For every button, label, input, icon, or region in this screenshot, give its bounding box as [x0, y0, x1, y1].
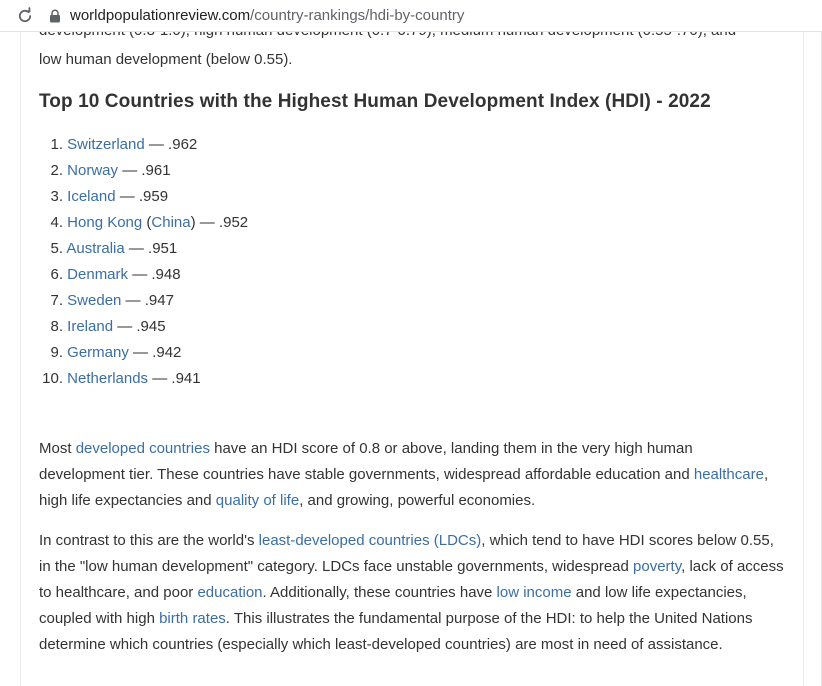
- url-domain: worldpopulationreview.com: [70, 7, 251, 24]
- country-link-hong-kong[interactable]: Hong Kong: [67, 214, 142, 231]
- link-least-developed-countries[interactable]: least-developed countries (LDCs): [259, 532, 482, 549]
- country-link-switzerland[interactable]: Switzerland: [67, 136, 145, 153]
- link-healthcare[interactable]: healthcare: [694, 466, 764, 483]
- address-bar[interactable]: worldpopulationreview.com/country-rankin…: [70, 7, 464, 24]
- list-item: 3. Iceland — .959: [50, 188, 169, 205]
- link-education[interactable]: education: [197, 584, 262, 601]
- paragraph-developed: Most developed countries have an HDI sco…: [39, 440, 769, 509]
- list-item: 4. Hong Kong (China) — .952: [50, 214, 249, 231]
- list-item: 7. Sweden — .947: [50, 292, 174, 309]
- list-item: 2. Norway — .961: [50, 162, 171, 179]
- country-link-denmark[interactable]: Denmark: [67, 266, 128, 283]
- country-link-ireland[interactable]: Ireland: [67, 318, 113, 335]
- list-item: 5. Australia — .951: [50, 240, 178, 257]
- intro-line: low human development (below 0.55).: [39, 51, 293, 68]
- section-heading: Top 10 Countries with the Highest Human …: [39, 91, 711, 112]
- country-link-china[interactable]: China: [151, 214, 190, 231]
- country-link-australia[interactable]: Australia: [66, 240, 124, 257]
- list-item: 10. Netherlands — .941: [42, 370, 201, 387]
- browser-toolbar: worldpopulationreview.com/country-rankin…: [0, 0, 822, 32]
- reload-icon[interactable]: [16, 6, 34, 25]
- list-item: 9. Germany — .942: [50, 344, 182, 361]
- list-item: 1. Switzerland — .962: [50, 136, 198, 153]
- intro-cut-line: development (0.8-1.0), high human develo…: [39, 31, 736, 44]
- list-item: 6. Denmark — .948: [50, 266, 181, 283]
- lock-icon[interactable]: [48, 9, 62, 23]
- list-item: 8. Ireland — .945: [50, 318, 166, 335]
- article-content: development (0.8-1.0), high human develo…: [20, 31, 804, 686]
- country-link-germany[interactable]: Germany: [67, 344, 129, 361]
- link-birth-rates[interactable]: birth rates: [159, 610, 226, 627]
- country-link-netherlands[interactable]: Netherlands: [67, 370, 148, 387]
- url-path: /country-rankings/hdi-by-country: [250, 7, 465, 24]
- link-developed-countries[interactable]: developed countries: [76, 440, 210, 457]
- hdi-ranking-list: 1. Switzerland — .962 2. Norway — .961 3…: [39, 132, 248, 392]
- country-link-iceland[interactable]: Iceland: [67, 188, 115, 205]
- country-link-norway[interactable]: Norway: [67, 162, 118, 179]
- link-poverty[interactable]: poverty: [633, 558, 681, 575]
- link-low-income[interactable]: low income: [497, 584, 572, 601]
- country-link-sweden[interactable]: Sweden: [67, 292, 121, 309]
- link-quality-of-life[interactable]: quality of life: [216, 492, 299, 509]
- paragraph-ldcs: In contrast to this are the world's leas…: [39, 532, 784, 653]
